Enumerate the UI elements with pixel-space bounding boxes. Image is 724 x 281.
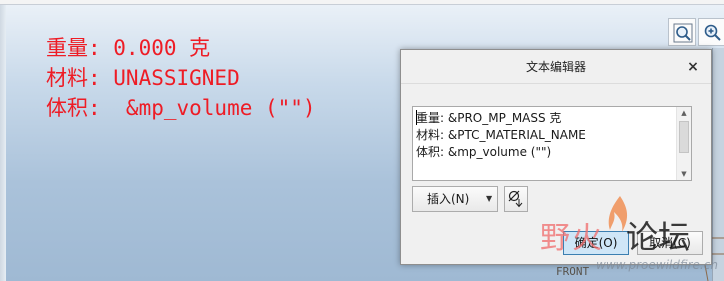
window-top-edge [0, 0, 724, 5]
special-symbol-button[interactable] [504, 186, 528, 212]
scroll-down-icon[interactable]: ▼ [677, 168, 691, 180]
zoom-in-icon [704, 24, 721, 41]
editor-line-material: 材料: &PTC_MATERIAL_NAME [416, 128, 586, 142]
chevron-down-icon: ▼ [486, 194, 493, 203]
zoom-fit-icon [673, 23, 693, 43]
editor-scrollbar[interactable]: ▲ ▼ [676, 107, 691, 180]
note-volume-line[interactable]: 体积: &mp_volume ("") [46, 94, 316, 122]
watermark-url: www.proewildfire.cn [596, 258, 718, 272]
front-view-label: FRONT [556, 265, 590, 278]
note-material-line[interactable]: 材料: UNASSIGNED [46, 64, 240, 92]
insert-dropdown[interactable]: 插入(N) ▼ [412, 186, 498, 212]
scrollbar-thumb[interactable] [679, 121, 689, 153]
dialog-title: 文本编辑器 [525, 60, 586, 74]
zoom-fit-button[interactable] [668, 18, 696, 46]
editor-line-volume: 体积: &mp_volume ("") [416, 145, 552, 159]
text-editor-area[interactable]: 重量: &PRO_MP_MASS 克 材料: &PTC_MATERIAL_NAM… [412, 106, 692, 181]
insert-label: 插入(N) [427, 192, 470, 206]
special-symbol-icon [508, 190, 523, 208]
dialog-title-bar[interactable]: 文本编辑器 × [401, 50, 711, 84]
watermark-logo-text: 野火 [540, 221, 604, 256]
zoom-in-button[interactable] [698, 18, 724, 46]
window-left-edge [0, 5, 6, 281]
note-weight-line[interactable]: 重量: 0.000 克 [46, 34, 210, 62]
editor-line-weight: 重量: &PRO_MP_MASS 克 [416, 111, 562, 125]
scroll-up-icon[interactable]: ▲ [677, 107, 691, 119]
close-icon[interactable]: × [685, 59, 701, 75]
watermark-forum-text: 论坛 [626, 218, 691, 256]
